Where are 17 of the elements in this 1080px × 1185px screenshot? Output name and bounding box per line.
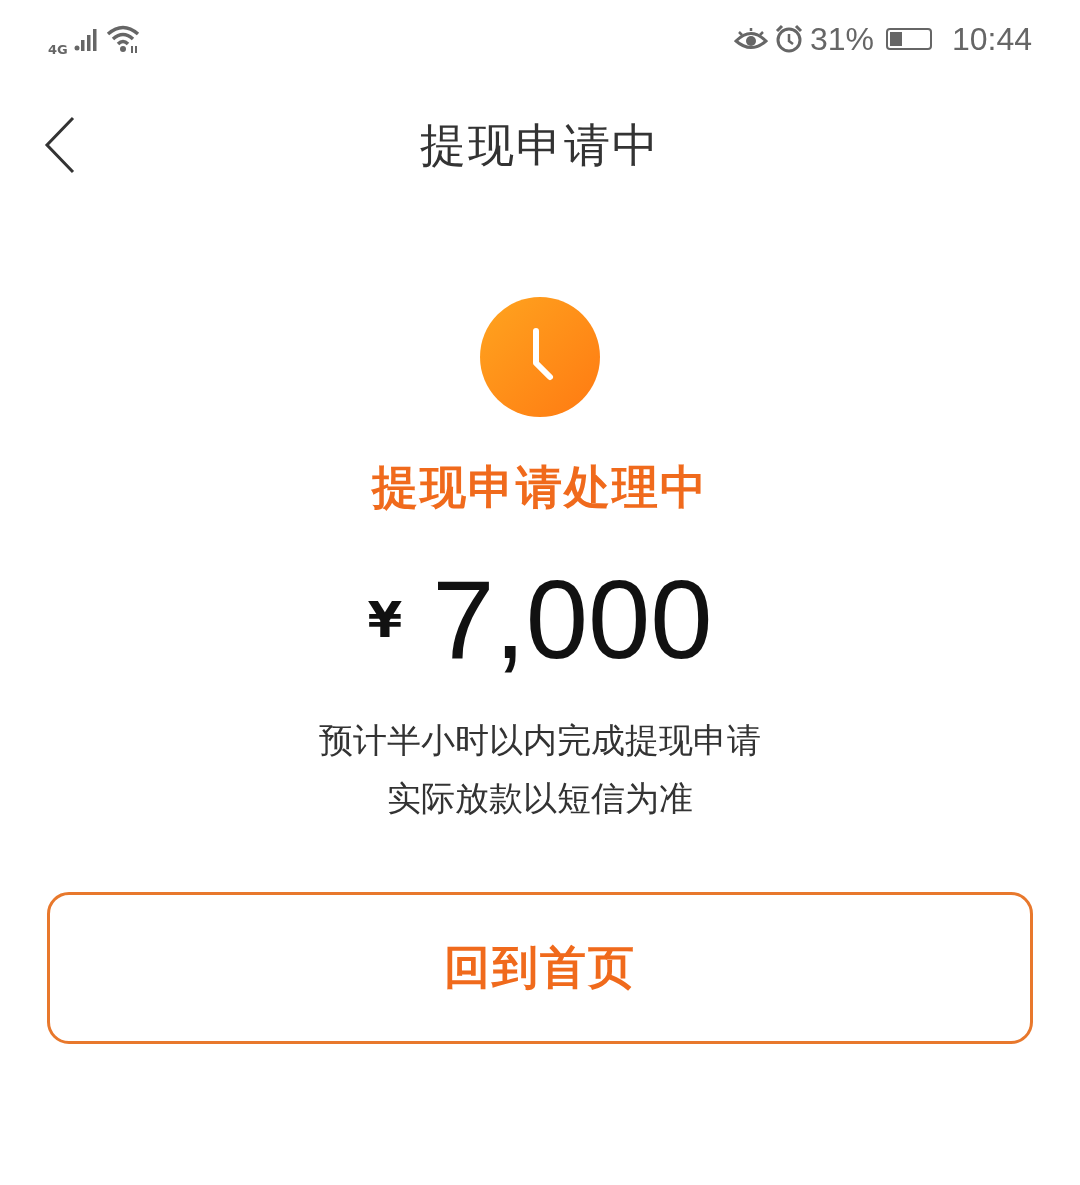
signal-icon [73,26,100,52]
eye-icon [733,26,768,52]
network-label: 4G [48,41,68,57]
currency-symbol: ¥ [367,590,403,649]
battery-percent: 31% [809,20,874,58]
battery-icon [885,28,932,50]
amount-text: 7,000 [432,556,713,684]
wifi-icon [105,24,142,54]
note-text: 预计半小时以内完成提现申请 [319,719,761,762]
page-title: 提现申请中 [420,117,660,174]
clock-icon [480,297,600,417]
home-button[interactable]: 回到首页 [47,892,1033,1044]
alarm-icon [773,24,804,54]
clock-time: 10:44 [951,20,1032,58]
back-button[interactable] [44,116,76,174]
note-text: 实际放款以短信为准 [387,777,693,820]
status-text: 提现申请处理中 [372,459,708,516]
